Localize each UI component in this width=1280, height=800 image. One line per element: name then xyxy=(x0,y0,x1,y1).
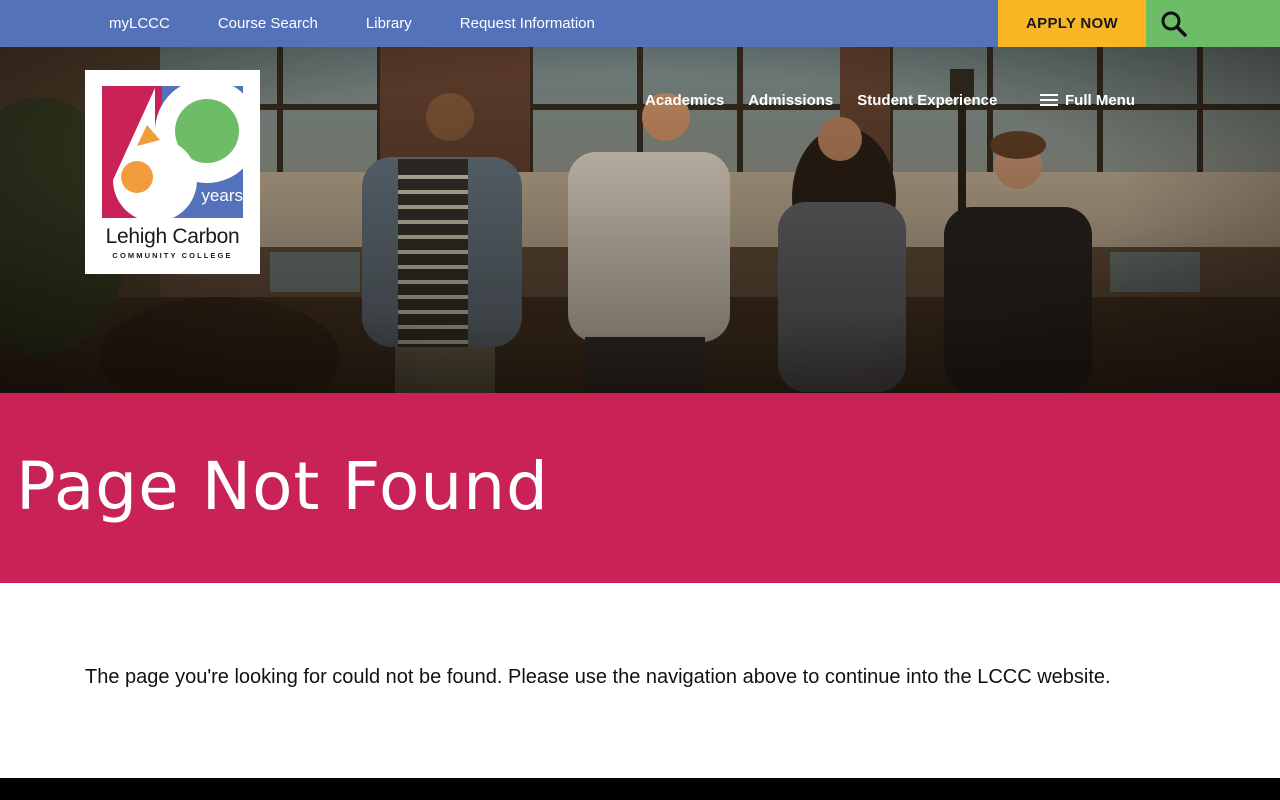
logo-name: Lehigh Carbon xyxy=(105,225,240,248)
lccc-logo[interactable]: years Lehigh Carbon COMMUNITY COLLEGE xyxy=(85,70,260,274)
title-band: Page Not Found xyxy=(0,393,1280,583)
util-link-mylccc[interactable]: myLCCC xyxy=(109,15,170,32)
search-button[interactable] xyxy=(1146,0,1280,47)
footer-bar xyxy=(0,778,1280,800)
util-link-course-search[interactable]: Course Search xyxy=(218,15,318,32)
page-title: Page Not Found xyxy=(16,448,549,525)
utility-links: myLCCC Course Search Library Request Inf… xyxy=(109,0,643,47)
search-icon xyxy=(1161,11,1187,37)
logo-years-text: years xyxy=(201,186,243,205)
util-link-request-information[interactable]: Request Information xyxy=(460,15,595,32)
nav-item-academics[interactable]: Academics xyxy=(645,92,724,109)
util-link-library[interactable]: Library xyxy=(366,15,412,32)
full-menu-label: Full Menu xyxy=(1065,91,1135,109)
hamburger-icon xyxy=(1040,93,1058,107)
nav-item-admissions[interactable]: Admissions xyxy=(748,92,833,109)
apply-now-button[interactable]: APPLY NOW xyxy=(998,0,1146,47)
full-menu-button[interactable]: Full Menu xyxy=(1040,88,1135,112)
main-content: The page you're looking for could not be… xyxy=(85,662,1119,692)
utility-bar: myLCCC Course Search Library Request Inf… xyxy=(0,0,1280,47)
not-found-message: The page you're looking for could not be… xyxy=(85,666,1111,688)
nav-item-student-experience[interactable]: Student Experience xyxy=(857,92,997,109)
main-nav: Academics Admissions Student Experience xyxy=(645,88,1021,112)
logo-subname: COMMUNITY COLLEGE xyxy=(112,251,233,260)
